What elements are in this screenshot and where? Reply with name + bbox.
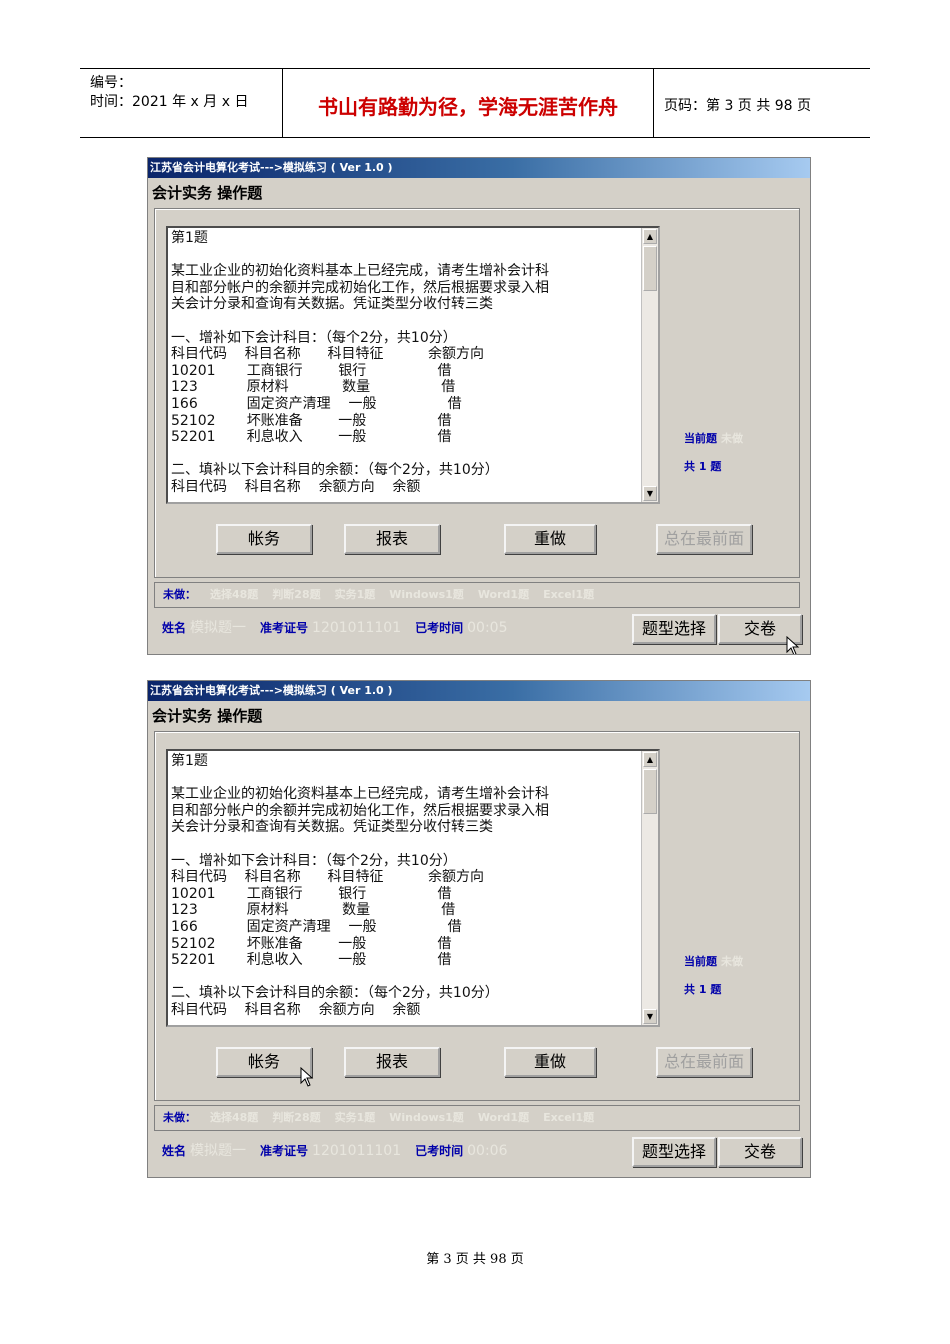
elapsed-value: 00:05 [467,620,508,636]
always-on-top-button[interactable]: 总在最前面 [656,1047,752,1077]
vertical-scrollbar[interactable]: ▲ ▼ [641,751,658,1025]
header-info-cell: 编号： 时间：2021 年 x 月 x 日 [80,69,283,137]
status-judge: 判断28题 [272,588,321,601]
header-page-cell: 页码：第 3 页 共 98 页 [654,69,870,137]
status-practice: 实务1题 [334,1111,376,1124]
redo-button[interactable]: 重做 [504,1047,596,1077]
scroll-up-icon[interactable]: ▲ [643,229,657,244]
page-footer: 第 3 页 共 98 页 [426,1252,524,1267]
total-questions: 共 1 题 [684,983,722,996]
exam-id-value: 1201011101 [312,1143,402,1159]
title-bar: 江苏省会计电算化考试--->模拟练习 ( Ver 1.0 ) [148,681,810,701]
candidate-info-bar: 姓名 模拟题一 准考证号 1201011101 已考时间 00:06 [154,1137,636,1165]
window-title: 会计实务 操作题 [152,707,263,725]
elapsed-label: 已考时间 [415,621,464,635]
status-excel: Excel1题 [543,588,595,601]
name-label: 姓名 [162,1144,187,1158]
window-title: 会计实务 操作题 [152,184,263,202]
reports-button[interactable]: 报表 [344,1047,440,1077]
exam-window-1: 江苏省会计电算化考试--->模拟练习 ( Ver 1.0 ) 会计实务 操作题 … [147,157,811,655]
serial-label: 编号： [90,75,132,91]
accounts-button[interactable]: 帐务 [216,524,312,554]
scroll-down-icon[interactable]: ▼ [643,486,657,501]
current-status: 未做 [721,955,743,968]
page-number-label: 页码：第 3 页 共 98 页 [664,98,811,114]
current-label: 当前题 [684,955,717,968]
remaining-status-bar: 未做： 选择48题 判断28题 实务1题 Windows1题 Word1题 Excel1题 [154,1105,800,1131]
exam-id-label: 准考证号 [260,1144,309,1158]
mouse-cursor-icon [300,1067,314,1087]
status-windows: Windows1题 [389,588,464,601]
reports-button[interactable]: 报表 [344,524,440,554]
scroll-thumb[interactable] [643,769,657,814]
question-text: 第1题 某工业企业的初始化资料基本上已经完成，请考生增补会计科 目和部分帐户的余… [171,230,549,495]
motto: 书山有路勤为径，学海无涯苦作舟 [318,95,618,119]
accounts-button[interactable]: 帐务 [216,1047,312,1077]
page-header: 编号： 时间：2021 年 x 月 x 日 书山有路勤为径，学海无涯苦作舟 页码… [80,68,870,138]
status-windows: Windows1题 [389,1111,464,1124]
status-practice: 实务1题 [334,588,376,601]
elapsed-value: 00:06 [467,1143,508,1159]
status-judge: 判断28题 [272,1111,321,1124]
type-select-button[interactable]: 题型选择 [632,1137,716,1167]
remaining-status-bar: 未做： 选择48题 判断28题 实务1题 Windows1题 Word1题 Excel1题 [154,582,800,608]
exam-id-value: 1201011101 [312,620,402,636]
status-undone-label: 未做： [163,588,196,601]
name-value: 模拟题一 [190,1143,247,1159]
scroll-down-icon[interactable]: ▼ [643,1009,657,1024]
time-label: 时间：2021 年 x 月 x 日 [90,94,249,110]
title-bar: 江苏省会计电算化考试--->模拟练习 ( Ver 1.0 ) [148,158,810,178]
current-status: 未做 [721,432,743,445]
status-choice: 选择48题 [210,588,259,601]
current-question-indicator: 当前题 未做 [684,953,743,969]
current-question-indicator: 当前题 未做 [684,430,743,446]
question-textbox[interactable]: 第1题 某工业企业的初始化资料基本上已经完成，请考生增补会计科 目和部分帐户的余… [166,749,660,1027]
status-word: Word1题 [477,1111,530,1124]
elapsed-label: 已考时间 [415,1144,464,1158]
status-undone-label: 未做： [163,1111,196,1124]
exam-id-label: 准考证号 [260,621,309,635]
status-choice: 选择48题 [210,1111,259,1124]
status-word: Word1题 [477,588,530,601]
always-on-top-button[interactable]: 总在最前面 [656,524,752,554]
question-text: 第1题 某工业企业的初始化资料基本上已经完成，请考生增补会计科 目和部分帐户的余… [171,753,549,1018]
redo-button[interactable]: 重做 [504,524,596,554]
candidate-info-bar: 姓名 模拟题一 准考证号 1201011101 已考时间 00:05 [154,614,636,642]
scroll-up-icon[interactable]: ▲ [643,752,657,767]
submit-button[interactable]: 交卷 [718,1137,802,1167]
name-label: 姓名 [162,621,187,635]
vertical-scrollbar[interactable]: ▲ ▼ [641,228,658,502]
mouse-cursor-icon [786,636,800,654]
header-motto-cell: 书山有路勤为径，学海无涯苦作舟 [283,69,654,137]
total-questions: 共 1 题 [684,460,722,473]
type-select-button[interactable]: 题型选择 [632,614,716,644]
status-excel: Excel1题 [543,1111,595,1124]
question-textbox[interactable]: 第1题 某工业企业的初始化资料基本上已经完成，请考生增补会计科 目和部分帐户的余… [166,226,660,504]
scroll-thumb[interactable] [643,246,657,291]
exam-window-2: 江苏省会计电算化考试--->模拟练习 ( Ver 1.0 ) 会计实务 操作题 … [147,680,811,1178]
current-label: 当前题 [684,432,717,445]
name-value: 模拟题一 [190,620,247,636]
